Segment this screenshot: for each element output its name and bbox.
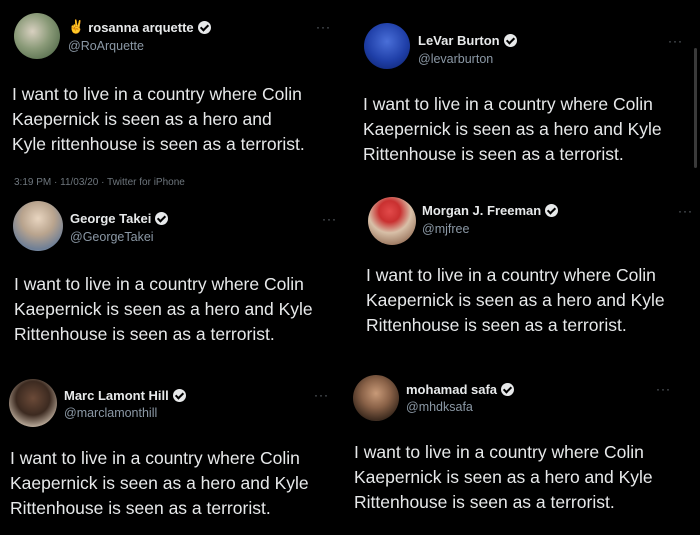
display-name[interactable]: Marc Lamont Hill bbox=[64, 388, 186, 403]
display-name[interactable]: ✌ rosanna arquette bbox=[68, 19, 211, 35]
tweet-card-levar-burton[interactable]: LeVar Burton @levarburton ··· I want to … bbox=[350, 10, 700, 182]
display-name[interactable]: George Takei bbox=[70, 211, 169, 226]
user-handle[interactable]: @marclamonthill bbox=[64, 406, 157, 420]
avatar[interactable] bbox=[9, 379, 57, 427]
verified-badge-icon bbox=[501, 383, 515, 396]
tweet-text: I want to live in a country where Colin … bbox=[14, 274, 313, 344]
more-options-icon[interactable]: ··· bbox=[656, 382, 671, 396]
verified-badge-icon bbox=[155, 212, 169, 225]
tweet-card-rosanna-arquette[interactable]: ✌ rosanna arquette @RoArquette ··· I wan… bbox=[0, 0, 345, 186]
avatar[interactable] bbox=[364, 23, 410, 69]
display-name[interactable]: Morgan J. Freeman bbox=[422, 203, 559, 218]
display-name[interactable]: mohamad safa bbox=[406, 382, 515, 397]
more-options-icon[interactable]: ··· bbox=[322, 212, 337, 226]
tweet-card-mohamad-safa[interactable]: mohamad safa @mhdksafa ··· I want to liv… bbox=[350, 366, 700, 535]
tweet-card-morgan-freeman[interactable]: Morgan J. Freeman @mjfree ··· I want to … bbox=[356, 190, 700, 360]
victory-hand-icon: ✌ bbox=[68, 19, 85, 34]
scrollbar[interactable] bbox=[694, 48, 697, 168]
display-name[interactable]: LeVar Burton bbox=[418, 33, 517, 48]
verified-badge-icon bbox=[545, 204, 559, 217]
user-handle[interactable]: @levarburton bbox=[418, 52, 493, 66]
user-handle[interactable]: @GeorgeTakei bbox=[70, 230, 154, 244]
avatar[interactable] bbox=[368, 197, 416, 245]
tweet-text: I want to live in a country where Colin … bbox=[12, 84, 305, 154]
more-options-icon[interactable]: ··· bbox=[314, 388, 329, 402]
user-handle[interactable]: @RoArquette bbox=[68, 39, 144, 53]
verified-badge-icon bbox=[503, 34, 517, 47]
avatar[interactable] bbox=[13, 201, 63, 251]
avatar[interactable] bbox=[353, 375, 399, 421]
tweet-timestamp[interactable]: 3:19 PM · 11/03/20 · Twitter for iPhone bbox=[14, 177, 185, 186]
verified-badge-icon bbox=[197, 20, 211, 34]
tweet-text: I want to live in a country where Colin … bbox=[354, 442, 653, 512]
user-handle[interactable]: @mhdksafa bbox=[406, 400, 473, 414]
avatar[interactable] bbox=[14, 13, 60, 59]
more-options-icon[interactable]: ··· bbox=[316, 20, 331, 34]
tweet-card-george-takei[interactable]: George Takei @GeorgeTakei ··· I want to … bbox=[0, 190, 350, 360]
more-options-icon[interactable]: ··· bbox=[668, 34, 683, 48]
tweet-text: I want to live in a country where Colin … bbox=[366, 265, 665, 335]
tweet-text: I want to live in a country where Colin … bbox=[363, 94, 662, 164]
verified-badge-icon bbox=[172, 389, 186, 402]
tweet-card-marc-lamont-hill[interactable]: Marc Lamont Hill @marclamonthill ··· I w… bbox=[0, 370, 345, 535]
tweet-text: I want to live in a country where Colin … bbox=[10, 448, 309, 518]
user-handle[interactable]: @mjfree bbox=[422, 222, 469, 236]
more-options-icon[interactable]: ··· bbox=[678, 204, 693, 218]
